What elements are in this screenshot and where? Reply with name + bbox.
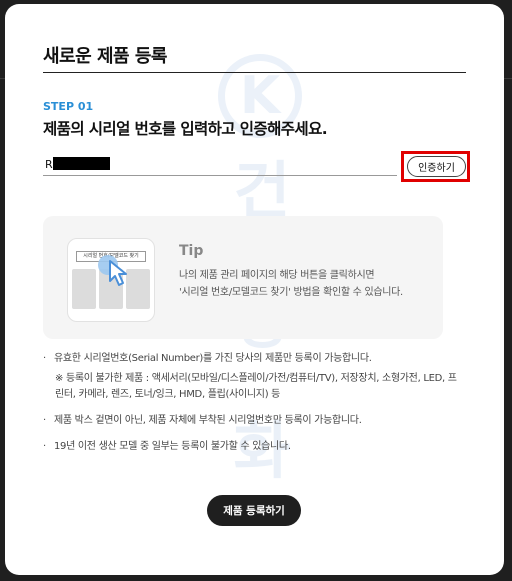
bullet: · — [43, 353, 46, 364]
backdrop-line-right — [504, 78, 512, 79]
title-divider — [43, 72, 466, 73]
modal-title: 새로운 제품 등록 — [43, 46, 167, 67]
register-product-modal: K 건 강 화 새로운 제품 등록 STEP 01 제품의 시리얼 번호를 입력… — [5, 4, 504, 575]
verify-button[interactable]: 인증하기 — [407, 156, 466, 177]
bullet: · — [43, 441, 46, 452]
register-product-button[interactable]: 제품 등록하기 — [207, 495, 301, 526]
bullet: · — [43, 415, 46, 426]
notice-text: 제품 박스 겉면이 아닌, 제품 자체에 부착된 시리얼번호만 등록이 가능합니… — [54, 415, 362, 426]
tip-text: 나의 제품 관리 페이지의 해당 버튼을 클릭하시면 '시리얼 번호/모델코드 … — [179, 267, 429, 301]
notice-text: 19년 이전 생산 모델 중 일부는 등록이 불가할 수 있습니다. — [54, 441, 291, 452]
tip-title: Tip — [179, 243, 204, 259]
notice-text: 유효한 시리얼번호(Serial Number)를 가진 당사의 제품만 등록이… — [54, 353, 372, 364]
step-heading: 제품의 시리얼 번호를 입력하고 인증해주세요. — [43, 120, 328, 138]
notice-item: · 유효한 시리얼번호(Serial Number)를 가진 당사의 제품만 등… — [43, 351, 463, 367]
notice-item: · 제품 박스 겉면이 아닌, 제품 자체에 부착된 시리얼번호만 등록이 가능… — [43, 413, 463, 429]
cursor-icon — [109, 260, 127, 286]
notice-subtext: ※ 등록이 불가한 제품 : 액세서리(모바일/디스플레이/가전/컴퓨터/TV)… — [55, 373, 457, 400]
notice-item: · 19년 이전 생산 모델 중 일부는 등록이 불가할 수 있습니다. — [43, 439, 463, 455]
tip-line: '시리얼 번호/모델코드 찾기' 방법을 확인할 수 있습니다. — [179, 287, 403, 298]
tip-box: 시리얼 번호/모델코드 찾기 Tip 나의 제품 관리 페이지의 해당 버튼을 … — [43, 216, 443, 339]
tip-thumbnail: 시리얼 번호/모델코드 찾기 — [67, 238, 155, 322]
notice-list: · 유효한 시리얼번호(Serial Number)를 가진 당사의 제품만 등… — [43, 351, 463, 455]
thumbnail-card — [72, 269, 96, 309]
tip-line: 나의 제품 관리 페이지의 해당 버튼을 클릭하시면 — [179, 270, 375, 281]
serial-redaction — [53, 157, 110, 170]
step-label: STEP 01 — [43, 100, 94, 113]
